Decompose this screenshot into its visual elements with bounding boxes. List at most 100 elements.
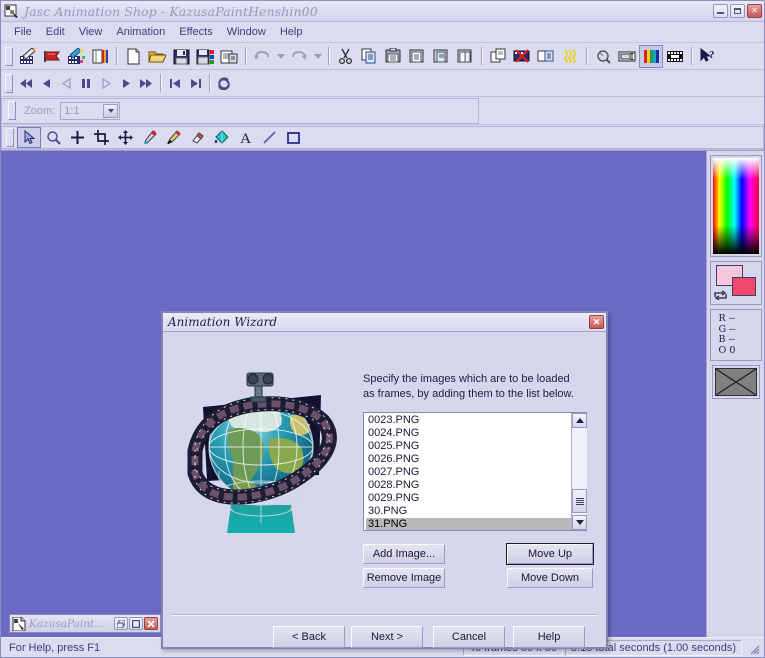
duplicate-frame-button[interactable] bbox=[486, 45, 510, 68]
chevron-up-icon[interactable] bbox=[572, 413, 587, 428]
step-back-one-frame-button[interactable] bbox=[165, 72, 185, 95]
optimization-wizard-button[interactable] bbox=[88, 45, 112, 68]
dropper-tool-icon[interactable] bbox=[137, 127, 161, 148]
eraser-tool-icon[interactable] bbox=[185, 127, 209, 148]
list-item[interactable]: 0029.PNG bbox=[366, 492, 571, 505]
paste-before-current-frame-button[interactable] bbox=[453, 45, 477, 68]
list-item[interactable]: 0026.PNG bbox=[366, 453, 571, 466]
maximize-button[interactable] bbox=[129, 617, 143, 630]
copy-button[interactable] bbox=[357, 45, 381, 68]
last-frame-button[interactable] bbox=[136, 72, 156, 95]
delete-frame-button[interactable] bbox=[510, 45, 534, 68]
close-button[interactable] bbox=[144, 617, 158, 630]
mdi-client-area[interactable]: Animation Wizard ✕ Specify the images wh… bbox=[1, 151, 706, 649]
undo-dropdown-button[interactable] bbox=[274, 45, 287, 68]
play-button[interactable] bbox=[116, 72, 136, 95]
minimize-button[interactable] bbox=[713, 4, 728, 18]
help-pointer-button[interactable]: ? bbox=[696, 45, 720, 68]
toolbar-gripper[interactable] bbox=[5, 73, 13, 93]
frame-properties-button[interactable] bbox=[615, 45, 639, 68]
menu-file[interactable]: File bbox=[7, 24, 39, 40]
previous-frame-button[interactable] bbox=[36, 72, 56, 95]
list-item[interactable]: 0023.PNG bbox=[366, 414, 571, 427]
fill-tool-icon[interactable] bbox=[209, 127, 233, 148]
menu-edit[interactable]: Edit bbox=[39, 24, 72, 40]
banner-wizard-button[interactable] bbox=[40, 45, 64, 68]
line-tool-icon[interactable] bbox=[257, 127, 281, 148]
insert-frames-button[interactable] bbox=[534, 45, 558, 68]
propagate-paste-button[interactable] bbox=[591, 45, 615, 68]
mover-tool-icon[interactable] bbox=[65, 127, 89, 148]
save-button[interactable] bbox=[169, 45, 193, 68]
toolbar-gripper[interactable] bbox=[5, 46, 13, 66]
move-down-button[interactable]: Move Down bbox=[507, 568, 593, 588]
menu-view[interactable]: View bbox=[72, 24, 110, 40]
toolbar-gripper[interactable] bbox=[6, 127, 14, 147]
remove-image-button[interactable]: Remove Image bbox=[363, 568, 445, 588]
list-item[interactable]: 30.PNG bbox=[366, 505, 571, 518]
view-animation-button[interactable] bbox=[663, 45, 687, 68]
restore-button[interactable] bbox=[114, 617, 128, 630]
undo-button[interactable] bbox=[250, 45, 274, 68]
save-frames-button[interactable] bbox=[217, 45, 241, 68]
chevron-down-icon[interactable] bbox=[572, 515, 587, 530]
menu-window[interactable]: Window bbox=[220, 24, 273, 40]
first-frame-button[interactable] bbox=[16, 72, 36, 95]
pan-tool-icon[interactable] bbox=[113, 127, 137, 148]
crop-tool-icon[interactable] bbox=[89, 127, 113, 148]
list-item[interactable]: 0025.PNG bbox=[366, 440, 571, 453]
animation-quality-wizard-button[interactable] bbox=[64, 45, 88, 68]
list-item-selected[interactable]: 31.PNG bbox=[366, 518, 571, 530]
menu-help[interactable]: Help bbox=[273, 24, 310, 40]
move-up-button[interactable]: Move Up bbox=[506, 543, 594, 565]
list-scrollbar[interactable] bbox=[571, 413, 587, 530]
swap-colors-icon[interactable] bbox=[713, 290, 727, 301]
list-item[interactable]: 0024.PNG bbox=[366, 427, 571, 440]
shape-tool-icon[interactable] bbox=[281, 127, 305, 148]
list-item[interactable]: 0027.PNG bbox=[366, 466, 571, 479]
paste-into-selected-frame-button[interactable] bbox=[429, 45, 453, 68]
redo-dropdown-button[interactable] bbox=[311, 45, 324, 68]
animation-wizard-button[interactable] bbox=[16, 45, 40, 68]
next-button[interactable]: Next > bbox=[351, 626, 423, 648]
dialog-close-button[interactable]: ✕ bbox=[589, 315, 604, 329]
resize-grip[interactable] bbox=[746, 641, 760, 655]
cancel-button[interactable]: Cancel bbox=[433, 626, 505, 648]
save-as-button[interactable] bbox=[193, 45, 217, 68]
chevron-down-icon[interactable] bbox=[103, 103, 119, 118]
redo-button[interactable] bbox=[287, 45, 311, 68]
close-button[interactable]: ✕ bbox=[747, 4, 762, 18]
image-list-box[interactable]: 0023.PNG 0024.PNG 0025.PNG 0026.PNG 0027… bbox=[363, 412, 587, 531]
menu-animation[interactable]: Animation bbox=[109, 24, 172, 40]
color-palette-button[interactable] bbox=[639, 44, 663, 68]
play-outline-button[interactable] bbox=[96, 72, 116, 95]
zoom-tool-icon[interactable] bbox=[41, 127, 65, 148]
new-button[interactable] bbox=[121, 45, 145, 68]
stop-button[interactable] bbox=[76, 72, 96, 95]
zoom-combo[interactable]: 1:1 bbox=[60, 101, 121, 120]
play-reverse-button[interactable] bbox=[56, 72, 76, 95]
minimized-child-window[interactable]: KazusaPaint... bbox=[9, 614, 161, 633]
maximize-button[interactable] bbox=[730, 4, 745, 18]
scrollbar-track[interactable] bbox=[572, 428, 587, 515]
paste-as-new-animation-button[interactable] bbox=[405, 45, 429, 68]
text-tool-icon[interactable]: A bbox=[233, 127, 257, 148]
menu-effects[interactable]: Effects bbox=[172, 24, 219, 40]
loop-button[interactable] bbox=[214, 72, 234, 95]
paste-button[interactable] bbox=[381, 45, 405, 68]
transparent-swatch[interactable] bbox=[714, 368, 757, 396]
animation-effect-button[interactable] bbox=[558, 45, 582, 68]
cut-button[interactable] bbox=[333, 45, 357, 68]
step-forward-one-frame-button[interactable] bbox=[185, 72, 205, 95]
scrollbar-thumb[interactable] bbox=[572, 489, 587, 513]
list-item[interactable]: 0028.PNG bbox=[366, 479, 571, 492]
arrow-tool-icon[interactable] bbox=[17, 126, 41, 148]
add-image-button[interactable]: Add Image... bbox=[363, 544, 445, 564]
background-color-swatch[interactable] bbox=[731, 277, 756, 296]
back-button[interactable]: < Back bbox=[273, 626, 345, 648]
color-spectrum-picker[interactable] bbox=[709, 155, 762, 257]
help-button[interactable]: Help bbox=[513, 626, 585, 648]
open-button[interactable] bbox=[145, 45, 169, 68]
paintbrush-tool-icon[interactable] bbox=[161, 127, 185, 148]
toolbar-gripper[interactable] bbox=[8, 101, 16, 120]
